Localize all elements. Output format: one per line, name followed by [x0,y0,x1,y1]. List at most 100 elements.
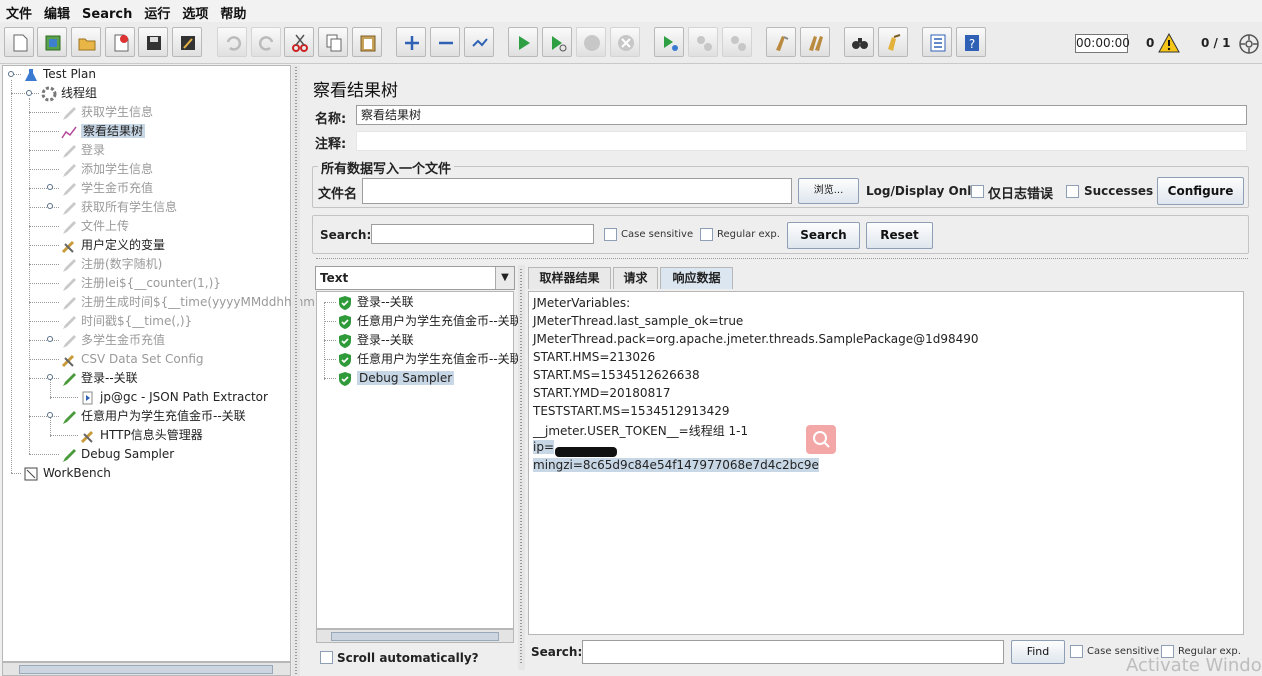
save-button[interactable] [138,27,168,57]
filename-input[interactable] [362,178,792,204]
new-button[interactable] [4,27,34,57]
tab-response-data[interactable]: 响应数据 [660,267,733,289]
reset-search-button[interactable] [878,27,908,57]
tree-node[interactable]: 时间戳${__time(,)} [61,312,192,330]
toggle-button[interactable] [464,27,494,57]
expand-toggle-icon[interactable] [47,412,53,418]
tree-horizontal-scrollbar[interactable] [2,662,291,676]
browse-button[interactable]: 浏览... [798,178,859,204]
test-plan-icon [23,67,39,83]
expand-button[interactable] [396,27,426,57]
configure-button[interactable]: Configure [1157,177,1244,205]
function-helper-button[interactable] [922,27,952,57]
tree-node[interactable]: 注册lei${__counter(1,)} [61,274,221,292]
tree-node[interactable]: jp@gc - JSON Path Extractor [80,388,268,406]
expand-toggle-icon[interactable] [8,71,14,77]
redo-button[interactable] [251,27,281,57]
results-splitter[interactable] [518,265,525,670]
find-input[interactable] [582,640,1004,664]
reset-button[interactable]: Reset [866,222,933,249]
expand-toggle-icon[interactable] [47,203,53,209]
search-button[interactable] [844,27,874,57]
scroll-auto-checkbox[interactable] [320,651,333,664]
result-item[interactable]: 任意用户为学生充值金币--关联 [337,312,522,330]
menu-run[interactable]: 运行 [138,0,176,22]
result-item[interactable]: 登录--关联 [337,293,414,311]
tree-node[interactable]: WorkBench [23,464,111,482]
help-icon: ? [965,35,979,51]
tree-node[interactable]: 学生金币充值 [61,179,153,197]
response-data-text[interactable]: JMeterVariables: JMeterThread.last_sample… [528,291,1244,635]
expand-toggle-icon[interactable] [47,374,53,380]
search-input[interactable] [371,224,594,244]
find-button[interactable]: Find [1011,640,1065,664]
search-button-main[interactable]: Search [787,222,860,249]
save-as-button[interactable] [172,27,202,57]
tree-node[interactable]: 任意用户为学生充值金币--关联 [61,407,246,425]
close-button[interactable] [105,27,135,57]
undo-button[interactable] [217,27,247,57]
search-icon-overlay[interactable] [806,425,836,454]
successes-checkbox[interactable] [1066,185,1079,198]
tree-node[interactable]: 登录--关联 [61,369,138,387]
result-item[interactable]: 任意用户为学生充值金币--关联 [337,350,522,368]
case-sensitive-checkbox[interactable] [604,228,617,241]
collapse-button[interactable] [430,27,460,57]
main-splitter[interactable] [292,65,300,676]
globe-icon[interactable] [1238,33,1260,55]
find-case-sensitive-checkbox[interactable] [1070,645,1083,658]
paste-button[interactable] [352,27,382,57]
test-plan-tree[interactable]: Test Plan 线程组 获取学生信息 察看结果树 登录 添加学生信息 学生金币充值 获取所… [2,65,315,662]
tree-node[interactable]: 文件上传 [61,217,129,235]
menu-edit[interactable]: 编辑 [38,0,76,22]
tree-node[interactable]: CSV Data Set Config [61,350,204,368]
menu-help[interactable]: 帮助 [214,0,252,22]
results-horizontal-scrollbar[interactable] [316,629,514,643]
start-button[interactable] [508,27,538,57]
tab-request[interactable]: 请求 [613,267,658,289]
tree-node[interactable]: 登录 [61,141,105,159]
renderer-select[interactable]: Text ▼ [315,266,515,290]
tree-node[interactable]: 多学生金币充值 [61,331,165,349]
open-button[interactable] [71,27,101,57]
expand-toggle-icon[interactable] [26,90,32,96]
stop-button[interactable] [576,27,606,57]
tree-node[interactable]: Debug Sampler [61,445,174,463]
remote-stop-button[interactable] [688,27,718,57]
thread-group-icon [41,86,57,102]
menu-search[interactable]: Search [76,4,138,22]
start-no-pause-button[interactable] [542,27,572,57]
name-input[interactable]: 察看结果树 [356,105,1247,125]
result-item[interactable]: 登录--关联 [337,331,414,349]
tree-node[interactable]: 用户定义的变量 [61,236,165,254]
menu-options[interactable]: 选项 [176,0,214,22]
tree-node[interactable]: 获取学生信息 [61,103,153,121]
templates-button[interactable] [37,27,67,57]
reset-search-icon [888,34,901,51]
tree-node[interactable]: 察看结果树 [61,122,146,140]
expand-toggle-icon[interactable] [47,336,53,342]
cut-button[interactable] [284,27,314,57]
menu-file[interactable]: 文件 [0,0,38,22]
tree-node[interactable]: 注册生成时间${__time(yyyyMMddhhmm [61,293,315,311]
errors-only-checkbox[interactable] [971,185,984,198]
tree-node[interactable]: 线程组 [41,84,97,102]
tree-node[interactable]: 注册(数字随机) [61,255,162,273]
tree-node[interactable]: Test Plan [23,65,96,83]
tree-node[interactable]: 添加学生信息 [61,160,153,178]
remote-start-button[interactable] [654,27,684,57]
clear-all-button[interactable] [800,27,830,57]
results-list[interactable]: 登录--关联 任意用户为学生充值金币--关联 登录--关联 任意用户为学生充值金币--… [316,291,522,629]
tab-sampler-result[interactable]: 取样器结果 [528,267,611,289]
help-button[interactable]: ? [956,27,986,57]
result-item[interactable]: Debug Sampler [337,369,455,387]
copy-button[interactable] [318,27,348,57]
tree-node[interactable]: 获取所有学生信息 [61,198,177,216]
comment-input[interactable] [356,131,1247,151]
regular-exp-checkbox[interactable] [700,228,713,241]
clear-button[interactable] [766,27,796,57]
shutdown-button[interactable] [610,27,640,57]
tree-node[interactable]: HTTP信息头管理器 [80,426,203,444]
remote-shutdown-button[interactable] [722,27,752,57]
expand-toggle-icon[interactable] [47,184,53,190]
